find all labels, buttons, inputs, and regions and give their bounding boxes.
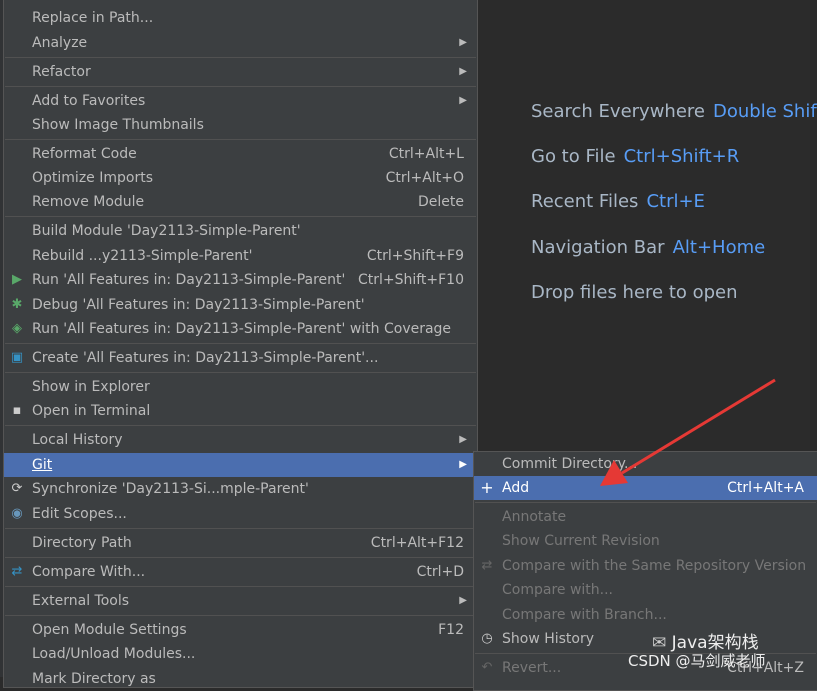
csdn-watermark: CSDN @马剑威老师	[628, 652, 766, 670]
annotation-arrow	[600, 378, 776, 486]
